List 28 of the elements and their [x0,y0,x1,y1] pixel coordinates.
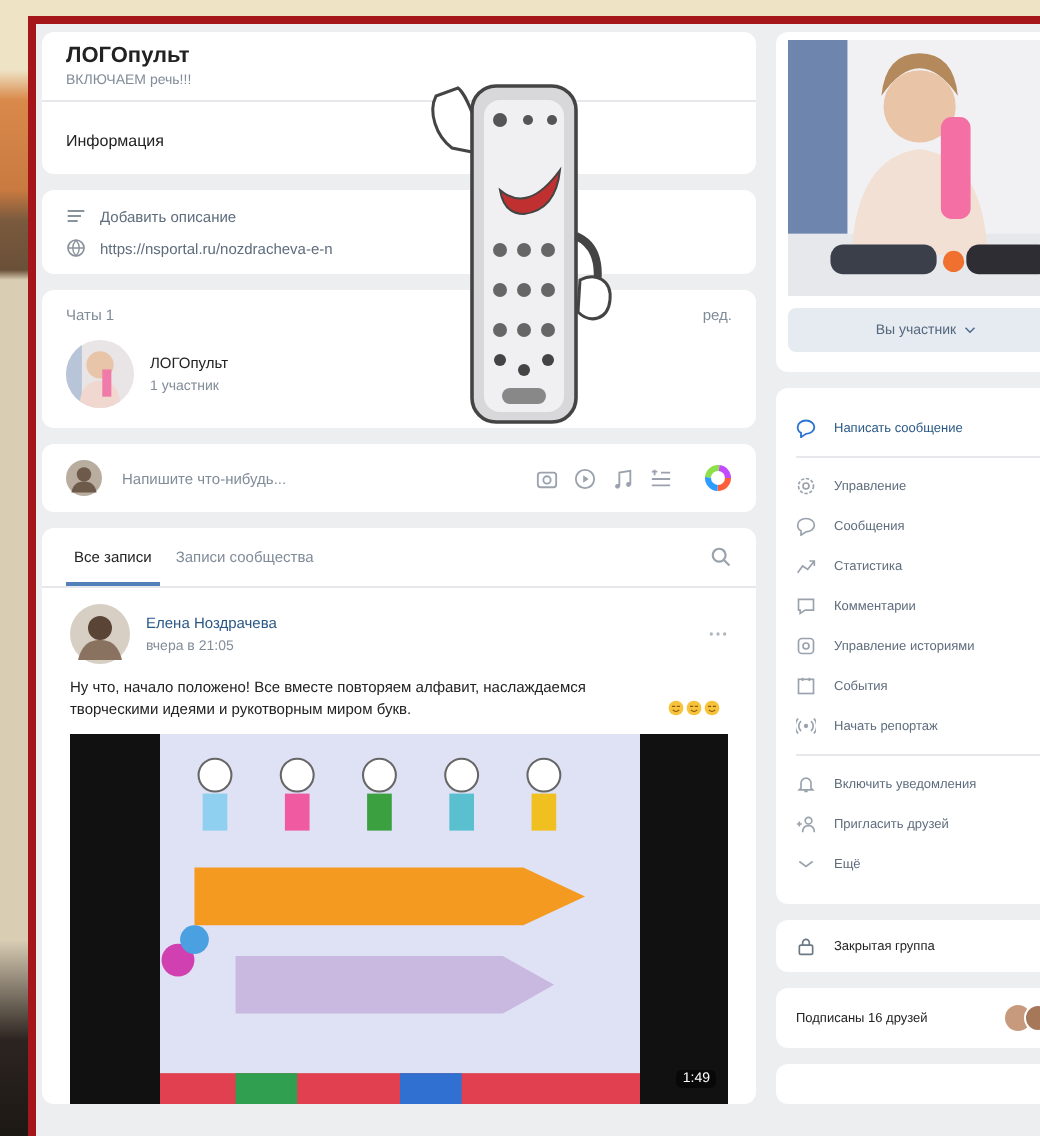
add-person-icon [796,814,816,834]
chart-icon [796,556,816,576]
avatar [66,460,102,496]
emoji-icon [668,700,685,717]
emoji-icon [704,700,721,717]
bell-icon [796,774,816,794]
search-icon[interactable] [710,546,732,568]
info-heading[interactable]: Информация [66,132,164,150]
story-icon [796,636,816,656]
gear-icon [796,476,816,496]
calendar-icon [796,676,816,696]
speech-bubble-icon [796,418,816,438]
video-icon[interactable] [574,467,596,489]
list-icon[interactable] [650,467,672,489]
broadcast-icon [796,716,816,736]
group-name: ЛОГОпульт [66,44,192,68]
camera-icon[interactable] [536,467,558,489]
music-icon[interactable] [612,467,634,489]
avatar [70,604,130,664]
text-lines-icon [66,206,86,226]
emoji-icon [686,700,703,717]
comment-icon [796,596,816,616]
lock-icon [796,936,816,956]
globe-icon [66,238,86,258]
caret-icon [964,326,977,334]
speech-bubble-icon [796,516,816,536]
more-icon[interactable] [708,630,728,638]
color-ring-icon[interactable] [704,464,732,492]
